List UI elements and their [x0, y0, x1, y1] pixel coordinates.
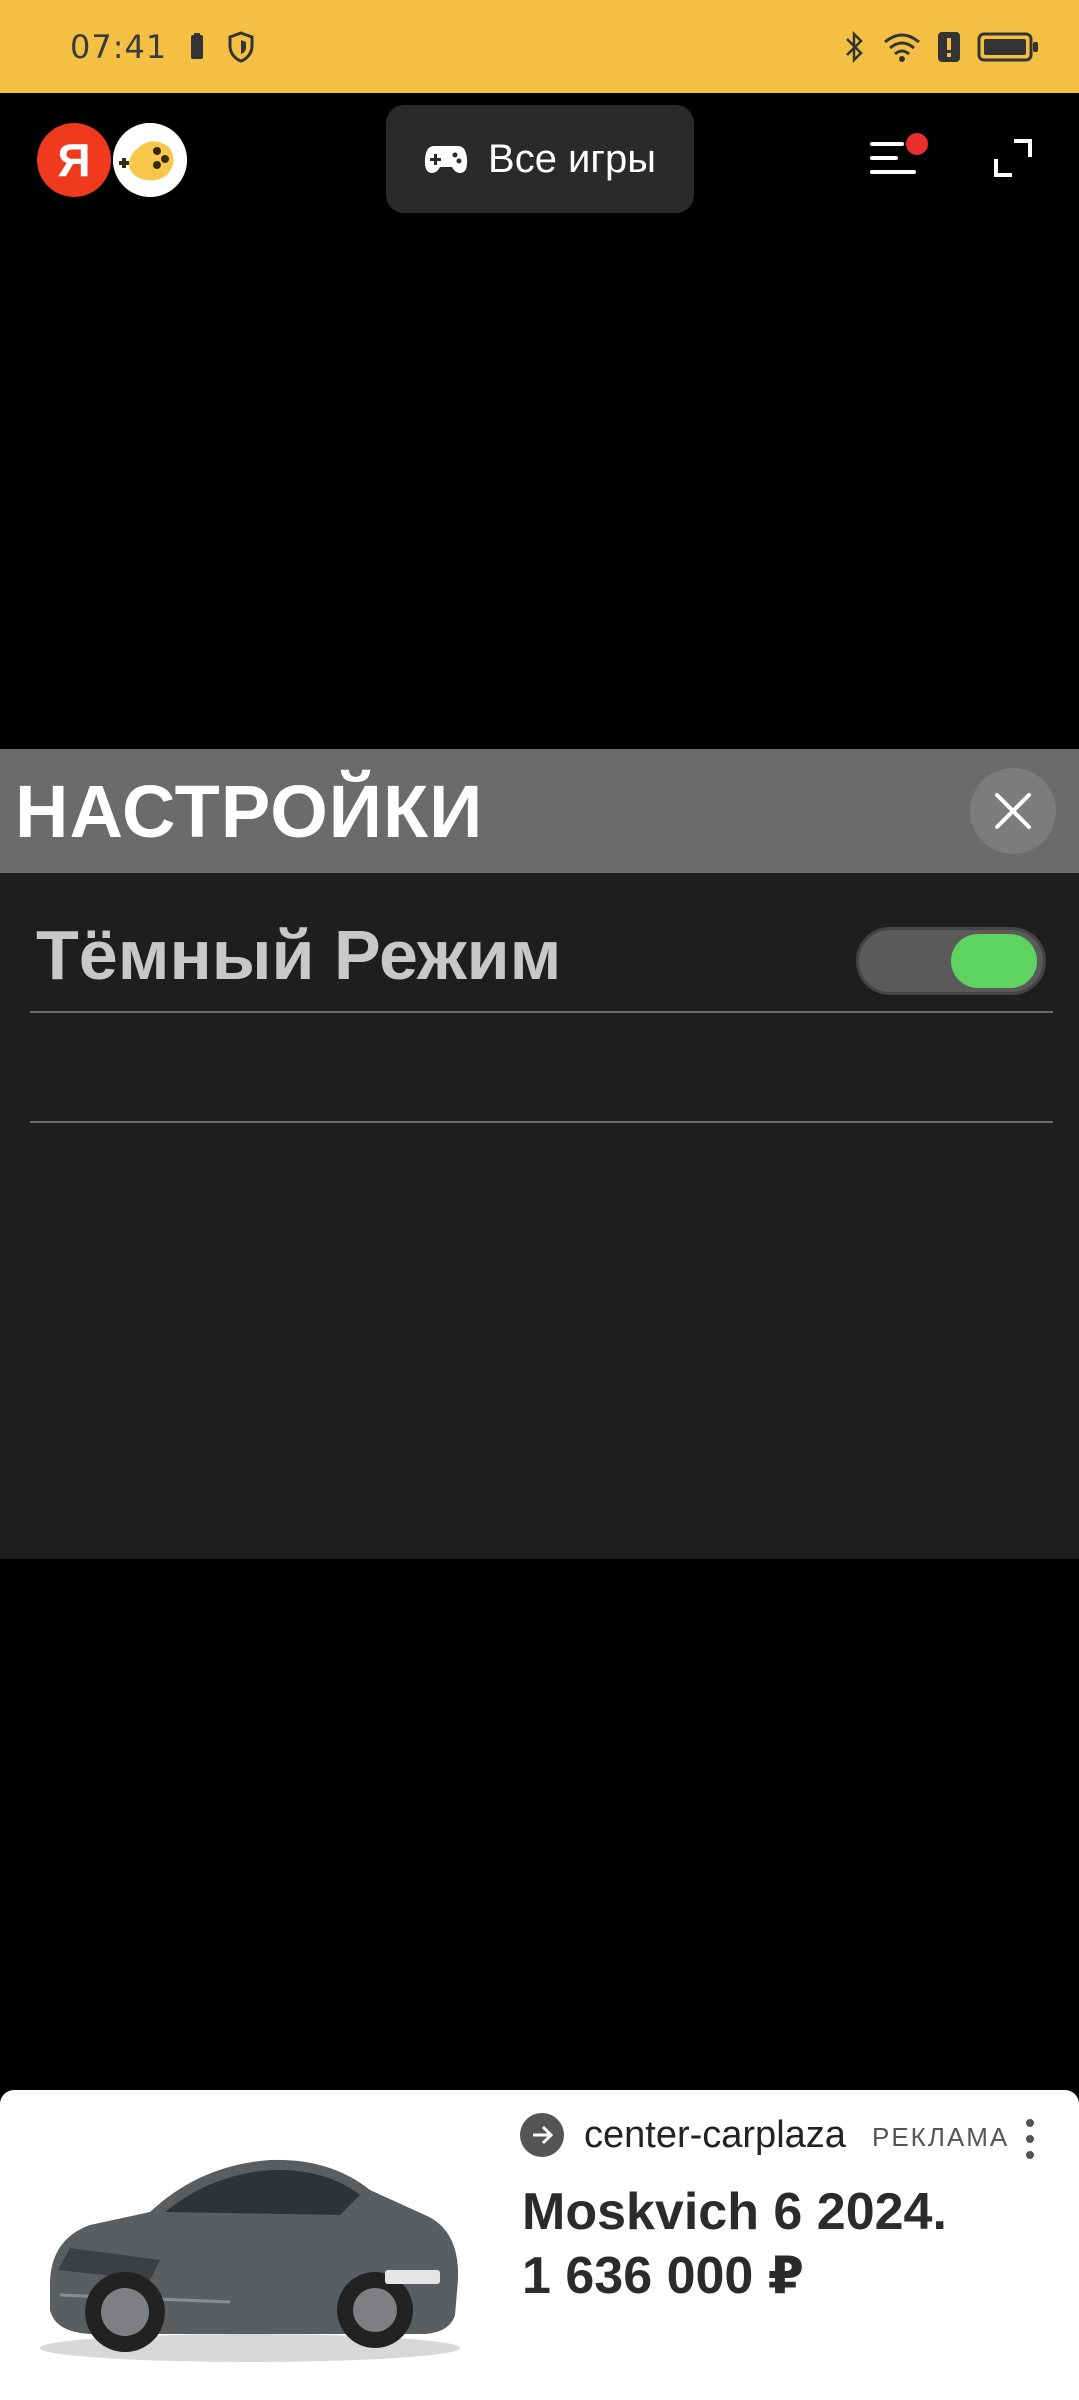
- expand-button[interactable]: [990, 135, 1036, 181]
- status-left: 07:41: [70, 28, 255, 66]
- ad-title-line1: Moskvich 6 2024.: [522, 2183, 947, 2241]
- ad-domain: center-carplaza: [584, 2113, 846, 2156]
- status-bar: 07:41: [0, 0, 1079, 93]
- dark-mode-row: Тёмный Режим: [30, 873, 1053, 1013]
- notification-dot: [906, 133, 928, 155]
- battery-icon: [977, 31, 1039, 63]
- more-vertical-icon: [1026, 2119, 1034, 2159]
- dark-mode-label: Тёмный Режим: [36, 916, 562, 994]
- empty-setting-row: [30, 1013, 1053, 1123]
- expand-icon: [994, 139, 1032, 177]
- ad-label: РЕКЛАМА: [866, 2122, 1010, 2153]
- status-time: 07:41: [70, 27, 168, 66]
- ad-title-line2: 1 636 000 ₽: [522, 2247, 804, 2305]
- settings-header: НАСТРОЙКИ: [0, 749, 1079, 873]
- dark-mode-toggle[interactable]: [856, 927, 1046, 995]
- ad-title[interactable]: Moskvich 6 2024. 1 636 000 ₽: [522, 2180, 1042, 2308]
- battery-saver-icon: [189, 32, 205, 61]
- ad-more-button[interactable]: [1020, 2116, 1040, 2162]
- wifi-icon: [883, 32, 921, 62]
- games-logo-icon: [113, 123, 187, 197]
- toggle-knob: [951, 934, 1037, 988]
- ad-banner[interactable]: center-carplaza РЕКЛАМА Moskvich 6 2024.…: [0, 2090, 1079, 2400]
- shield-icon: [227, 30, 255, 63]
- all-games-label: Все игры: [488, 136, 656, 181]
- yandex-logo-letter: Я: [57, 134, 91, 186]
- close-icon: [995, 793, 1031, 829]
- gamepad-icon: [424, 143, 468, 175]
- settings-title: НАСТРОЙКИ: [15, 770, 484, 853]
- app-bar: Я Все игры: [0, 93, 1079, 223]
- settings-body: Тёмный Режим: [0, 873, 1079, 1559]
- yandex-games-logo[interactable]: [113, 123, 187, 197]
- status-right: [843, 30, 1039, 64]
- menu-button[interactable]: [868, 133, 928, 183]
- car-image: [30, 2120, 470, 2370]
- all-games-button[interactable]: Все игры: [386, 105, 694, 213]
- arrow-right-icon: [520, 2113, 564, 2157]
- alert-icon: [937, 31, 961, 63]
- bluetooth-icon: [843, 30, 867, 64]
- close-button[interactable]: [970, 768, 1056, 854]
- yandex-logo[interactable]: Я: [37, 123, 111, 197]
